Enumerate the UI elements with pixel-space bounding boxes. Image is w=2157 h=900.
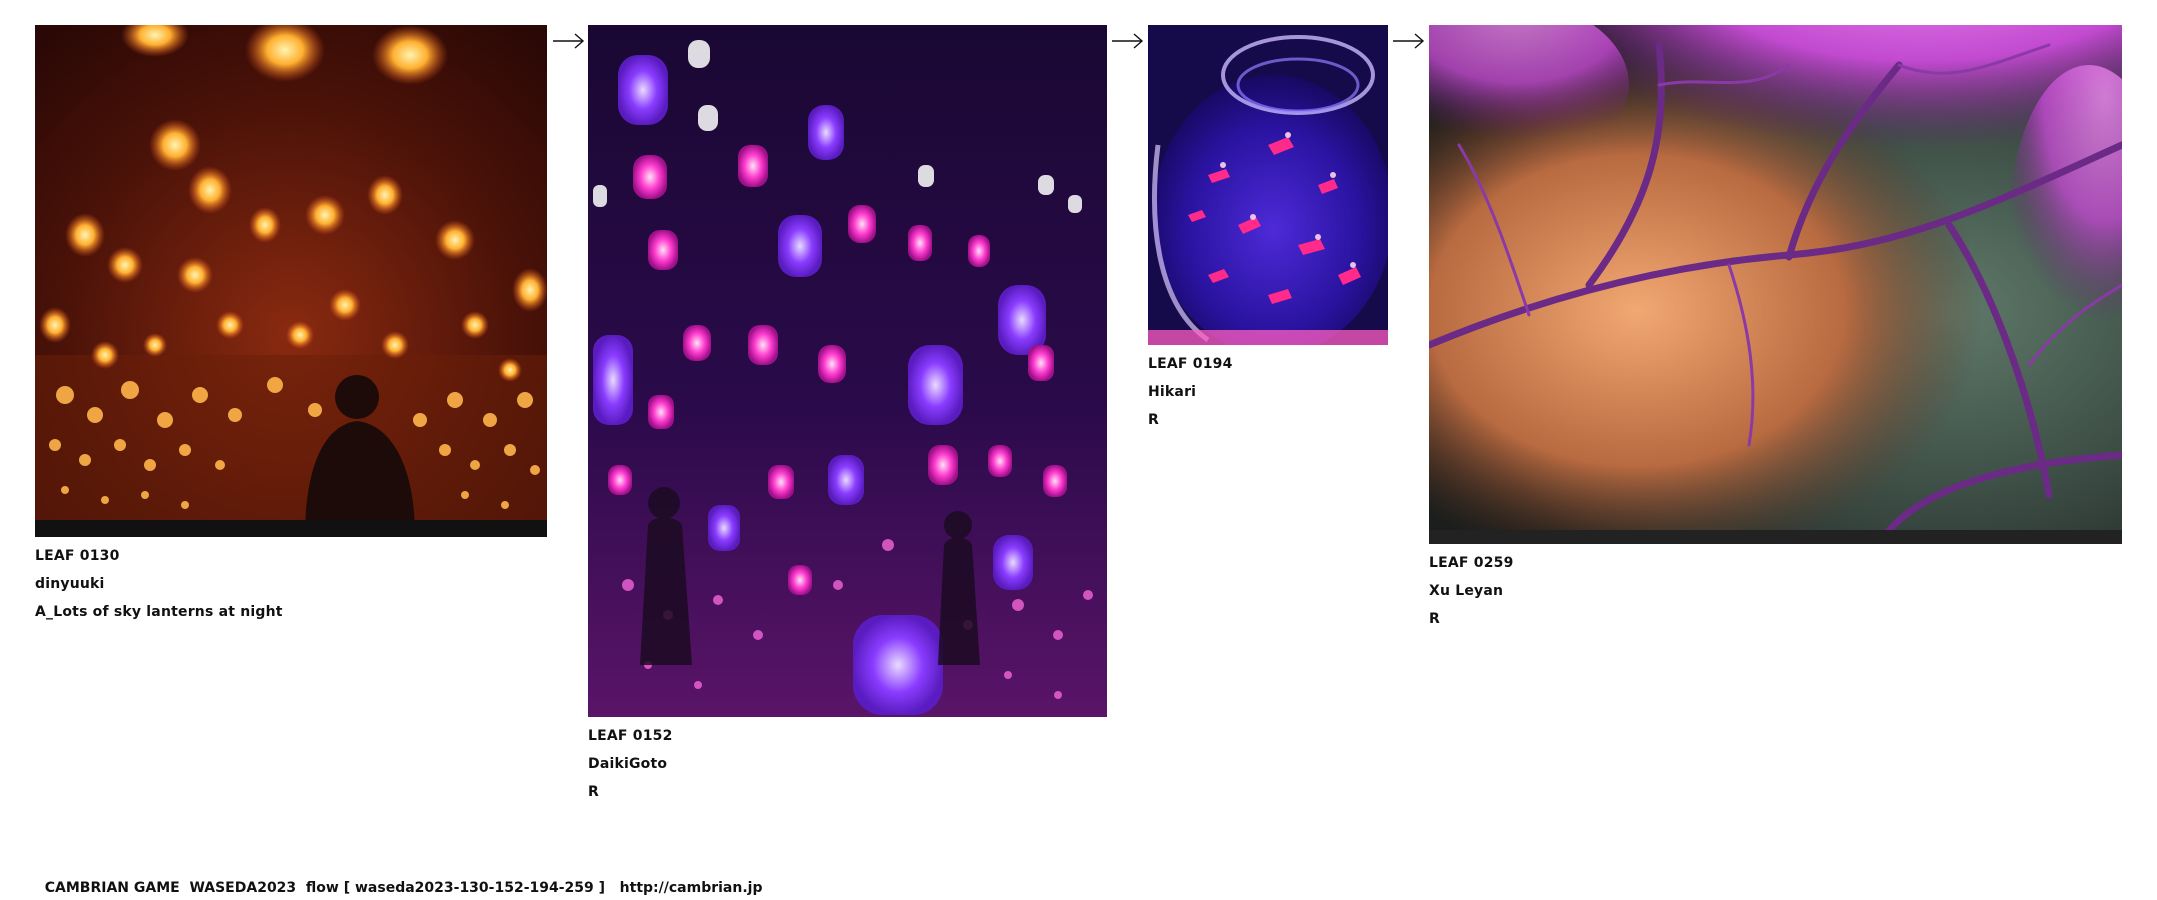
arrow-right-icon <box>1111 31 1145 51</box>
leaf-note: R <box>588 784 599 800</box>
leaf-id: LEAF 0152 <box>588 728 673 744</box>
leaf-0259-image[interactable] <box>1429 25 2122 544</box>
leaf-author: DaikiGoto <box>588 756 668 772</box>
leaf-0130-caption: LEAF 0130 dinyuuki A_Lots of sky lantern… <box>35 542 283 626</box>
leaf-0194-image[interactable] <box>1148 25 1388 345</box>
leaf-id: LEAF 0130 <box>35 548 120 564</box>
cambrian-link[interactable]: http://cambrian.jp <box>620 880 763 896</box>
leaf-0152-image[interactable] <box>588 25 1107 717</box>
arrow-right-icon <box>1392 31 1426 51</box>
leaf-note: R <box>1429 611 1440 627</box>
sky-lanterns-photo <box>35 25 547 537</box>
leaf-id: LEAF 0194 <box>1148 356 1233 372</box>
leaf-0194-caption: LEAF 0194 Hikari R <box>1148 350 1233 434</box>
footer-flow-label: CAMBRIAN GAME WASEDA2023 flow [ waseda20… <box>44 880 620 896</box>
leaf-0259-caption: LEAF 0259 Xu Leyan R <box>1429 549 1514 633</box>
leaf-note: A_Lots of sky lanterns at night <box>35 604 283 620</box>
leaf-0130-image[interactable] <box>35 25 547 537</box>
goldfish-bowl-photo <box>1148 25 1388 345</box>
leaf-id: LEAF 0259 <box>1429 555 1514 571</box>
night-cherry-blossom-photo <box>1429 25 2122 544</box>
leaf-note: R <box>1148 412 1159 428</box>
leaf-author: Xu Leyan <box>1429 583 1504 599</box>
leaf-author: Hikari <box>1148 384 1197 400</box>
arrow-right-icon <box>552 31 586 51</box>
leaf-0152-caption: LEAF 0152 DaikiGoto R <box>588 722 673 806</box>
glowing-lamps-installation-photo <box>588 25 1107 717</box>
footer: CAMBRIAN GAME WASEDA2023 flow [ waseda20… <box>35 864 763 896</box>
leaf-author: dinyuuki <box>35 576 105 592</box>
